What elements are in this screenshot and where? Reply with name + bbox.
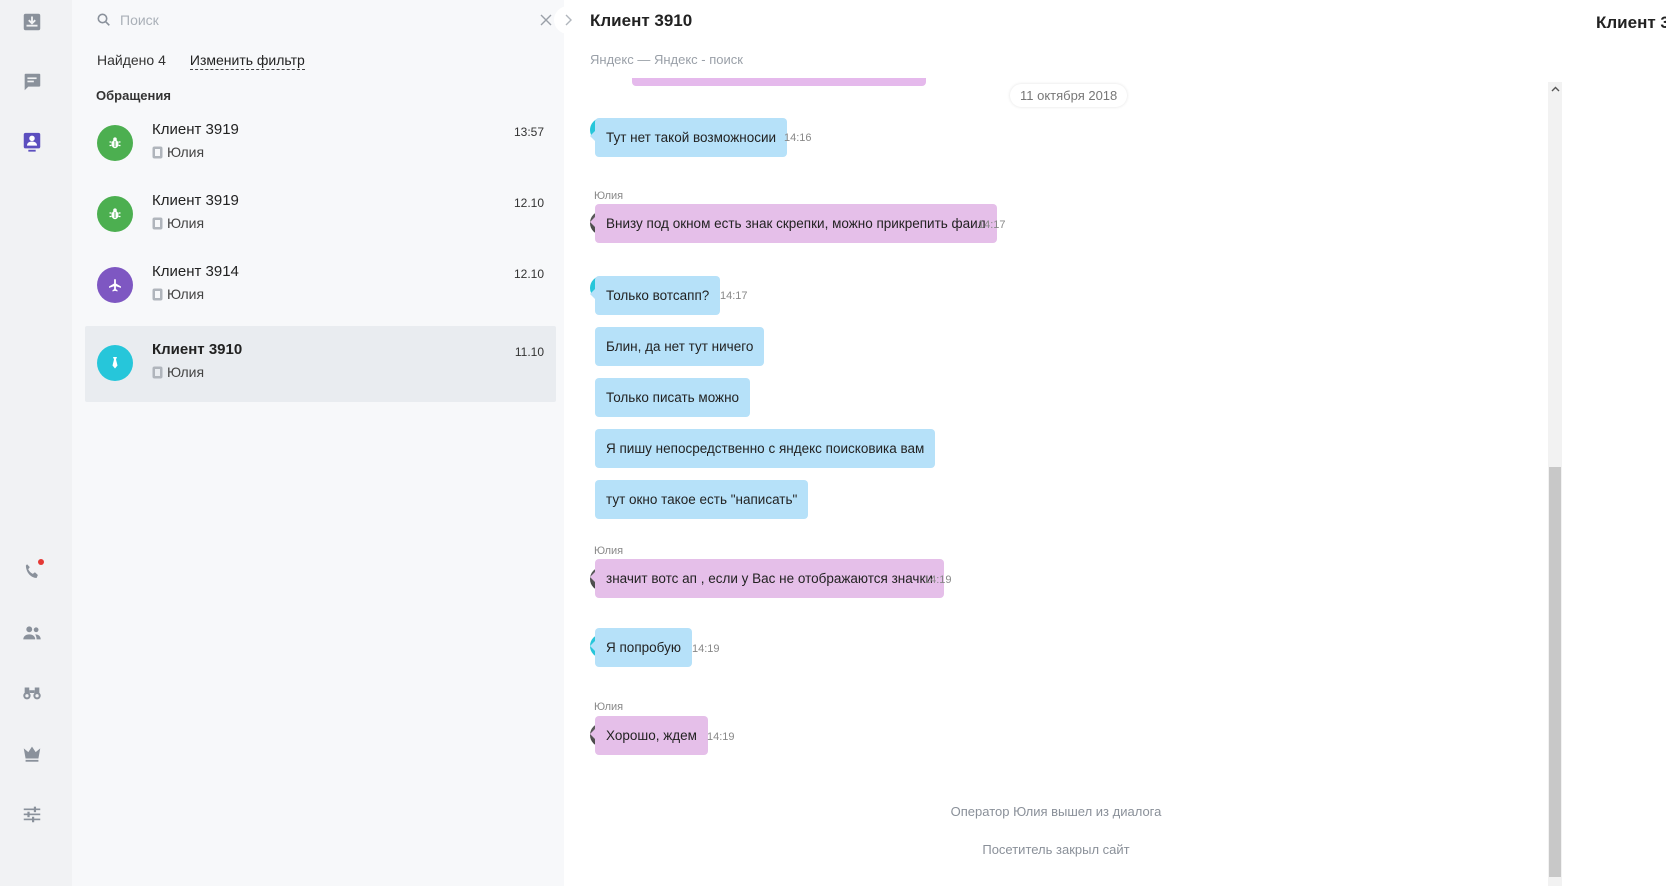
bug-icon: [109, 208, 121, 220]
client-avatar: [97, 345, 133, 381]
users-icon[interactable]: [20, 621, 44, 645]
filter-row: Найдено 4 Изменить фильтр: [97, 52, 305, 70]
contacts-card-icon[interactable]: [20, 130, 44, 154]
conversation-operator: Юлия: [152, 144, 204, 160]
conversation-name: Клиент 3919: [152, 192, 239, 209]
operator-name: Юлия: [167, 286, 205, 302]
search-input[interactable]: [120, 12, 520, 28]
conversation-time: 12.10: [513, 267, 544, 281]
message-sender: Юлия: [594, 190, 624, 202]
chat-panel: Клиент 3910 Яндекс — Яндекс - поиск Клие…: [554, 0, 1666, 886]
conversation-time: 13:57: [513, 125, 544, 139]
system-message: Посетитель закрыл сайт: [982, 842, 1130, 857]
message-bubble: Хорошо, ждем: [590, 716, 708, 755]
message-time: 14:17: [978, 219, 1006, 231]
search-bar: [96, 8, 556, 32]
operator-badge-icon: [152, 146, 163, 158]
conversation-item[interactable]: Клиент 3914 12.10 Юлия: [85, 248, 556, 324]
message-time: 14:19: [924, 574, 952, 586]
conversation-name: Клиент 3919: [152, 121, 239, 138]
nav-rail: [0, 0, 72, 886]
bug-icon: [109, 137, 121, 149]
message-bubble: значит вотс ап , если у Вас не отображаю…: [590, 559, 944, 598]
operator-name: Юлия: [167, 364, 205, 380]
conversation-time: 12.10: [513, 196, 544, 210]
scrollbar-thumb[interactable]: [1549, 467, 1561, 877]
conversation-item[interactable]: Клиент 3919 12.10 Юлия: [85, 177, 556, 253]
inbox-download-icon[interactable]: [20, 10, 44, 34]
message-time: 14:19: [692, 643, 720, 655]
message-sender: Юлия: [594, 701, 624, 713]
operator-badge-icon: [152, 217, 163, 229]
message-bubble: Тут нет такой возможносии: [589, 118, 788, 157]
change-filter-link[interactable]: Изменить фильтр: [189, 52, 305, 70]
close-icon[interactable]: [536, 10, 556, 30]
crown-icon[interactable]: [20, 741, 44, 765]
message-time: 14:16: [784, 132, 812, 144]
chat-source: Яндекс — Яндекс - поиск: [590, 52, 743, 67]
message-sender: Юлия: [594, 545, 624, 557]
date-separator: 11 октября 2018: [1010, 84, 1128, 107]
message-bubble: Внизу под окном есть знак скрепки, можно…: [590, 204, 997, 243]
settings-sliders-icon[interactable]: [20, 802, 44, 826]
chat-title: Клиент 3910: [590, 11, 693, 30]
message-bubble: Блин, да нет тут ничего: [595, 327, 765, 366]
chevron-right-icon[interactable]: [554, 6, 582, 34]
found-count: Найдено 4: [97, 52, 166, 68]
message-time: 14:19: [707, 731, 735, 743]
phone-icon[interactable]: [20, 559, 44, 584]
client-avatar: [97, 196, 133, 232]
chat-scrollbar[interactable]: [1548, 82, 1562, 886]
tie-icon: [112, 357, 118, 369]
operator-name: Юлия: [167, 215, 205, 231]
operator-name: Юлия: [167, 144, 205, 160]
conversation-operator: Юлия: [152, 286, 204, 302]
chevron-up-icon[interactable]: [1550, 84, 1560, 94]
client-avatar: [97, 125, 133, 161]
operator-badge-icon: [152, 366, 163, 378]
conversation-operator: Юлия: [152, 215, 204, 231]
notification-dot: [38, 559, 44, 565]
system-message: Оператор Юлия вышел из диалога: [950, 804, 1162, 819]
conversation-item[interactable]: Клиент 3919 13:57 Юлия: [85, 106, 556, 182]
airplane-icon: [109, 279, 121, 292]
binoculars-icon[interactable]: [20, 681, 44, 705]
message-bubble: Я попробую: [590, 628, 692, 667]
conversation-time: 11.10: [514, 345, 544, 359]
search-icon: [97, 13, 110, 26]
conversation-name: Клиент 3910: [152, 341, 243, 358]
previous-message-bubble: [632, 78, 926, 86]
message-bubble: Я пишу непосредственно с яндекс поискови…: [595, 429, 936, 468]
message-bubble: Только писать можно: [595, 378, 751, 417]
conversation-name: Клиент 3914: [152, 263, 239, 280]
message-bubble: тут окно такое есть "написать": [595, 480, 809, 519]
conversation-item-active[interactable]: Клиент 3910 11.10 Юлия: [85, 326, 556, 402]
conversation-operator: Юлия: [152, 364, 204, 380]
operator-badge-icon: [152, 288, 163, 300]
section-title: Обращения: [96, 88, 171, 103]
conversation-list-panel: Найдено 4 Изменить фильтр Обращения Клие…: [72, 0, 564, 886]
client-avatar: [97, 267, 133, 303]
message-time: 14:17: [720, 290, 748, 302]
details-title: Клиент 3910: [1596, 13, 1666, 32]
message-bubble: Только вотсапп?: [589, 276, 721, 315]
chat-icon[interactable]: [20, 70, 44, 94]
